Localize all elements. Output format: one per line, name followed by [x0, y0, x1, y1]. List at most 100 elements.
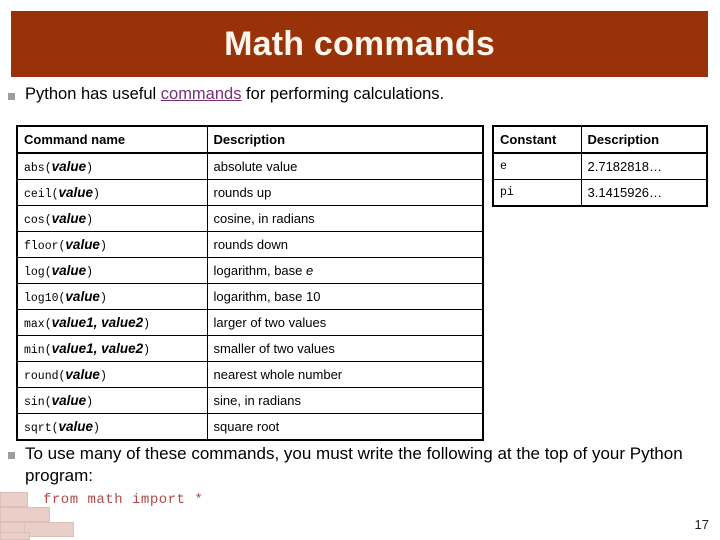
command-argument: value — [58, 184, 94, 200]
command-argument: value — [65, 236, 100, 252]
command-description-cell: smaller of two values — [206, 335, 484, 362]
command-close-paren: ) — [86, 161, 94, 175]
command-argument: value — [51, 392, 87, 408]
table-row: min(value1, value2) smaller of two values — [16, 335, 484, 362]
command-name-cell: log10(value) — [16, 283, 208, 310]
command-description-cell: square root — [206, 413, 484, 441]
closing-bullet-row: To use many of these commands, you must … — [8, 443, 708, 487]
command-description-cell: rounds up — [206, 179, 484, 206]
commands-table-body: abs(value) absolute value ceil(value) round… — [16, 152, 484, 441]
brick-shape — [0, 522, 50, 537]
table-row: abs(value) absolute value — [16, 152, 484, 180]
command-argument: value — [65, 288, 100, 304]
brick-shape — [24, 522, 74, 537]
table-row: ceil(value) rounds up — [16, 179, 484, 206]
command-argument: value1, value2 — [51, 314, 144, 330]
intro-text-after-link: for performing calculations. — [241, 85, 445, 103]
command-argument: value — [51, 262, 87, 278]
command-description-cell: nearest whole number — [206, 361, 484, 388]
command-argument: value — [51, 210, 87, 226]
math-commands-table: Command name Description abs(value) absol… — [16, 125, 484, 441]
command-close-paren: ) — [99, 239, 107, 253]
table-header-row: Constant Description — [492, 125, 708, 154]
command-function: floor( — [24, 239, 66, 253]
command-description-cell: cosine, in radians — [206, 205, 484, 232]
table-row: log(value) logarithm, base e — [16, 257, 484, 284]
command-name-cell: floor(value) — [16, 231, 208, 258]
command-close-paren: ) — [99, 369, 107, 383]
command-name-cell: cos(value) — [16, 205, 208, 232]
command-description-cell: absolute value — [206, 152, 484, 180]
command-function: round( — [24, 369, 66, 383]
intro-bullet-row: Python has useful commands for performin… — [8, 84, 698, 105]
command-close-paren: ) — [143, 317, 151, 331]
brick-shape — [0, 492, 28, 507]
table-row: max(value1, value2) larger of two values — [16, 309, 484, 336]
table-row: pi 3.1415926… — [492, 179, 708, 207]
command-name-cell: log(value) — [16, 257, 208, 284]
import-code-snippet: from math import * — [43, 492, 204, 508]
command-close-paren: ) — [93, 187, 100, 201]
brick-shape — [0, 507, 50, 522]
math-constant-e: e — [306, 263, 314, 278]
commands-table-head: Command name Description — [16, 125, 484, 154]
brick-shape — [0, 532, 30, 540]
intro-text-before-link: Python has useful — [25, 85, 161, 103]
command-argument: value — [65, 366, 100, 382]
command-function: log10( — [24, 291, 66, 305]
command-description-cell: rounds down — [206, 231, 484, 258]
constants-table-head: Constant Description — [492, 125, 708, 154]
command-name-cell: abs(value) — [16, 152, 208, 180]
command-function: min( — [24, 343, 52, 357]
command-description-cell: sine, in radians — [206, 387, 484, 414]
command-close-paren: ) — [93, 421, 100, 435]
command-close-paren: ) — [143, 343, 151, 357]
page-title: Math commands — [224, 25, 495, 63]
command-description-cell: logarithm, base 10 — [206, 283, 484, 310]
command-name-cell: round(value) — [16, 361, 208, 388]
table-row: log10(value) logarithm, base 10 — [16, 283, 484, 310]
table-row: sin(value) sine, in radians — [16, 387, 484, 414]
column-header-constant: Constant — [492, 125, 582, 154]
command-function: cos( — [24, 213, 52, 227]
command-function: max( — [24, 317, 52, 331]
closing-bullet-text: To use many of these commands, you must … — [25, 444, 683, 485]
command-name-cell: ceil(value) — [16, 179, 208, 206]
bullet-square-icon — [8, 93, 15, 100]
command-name-cell: sqrt(value) — [16, 413, 208, 441]
table-row: sqrt(value) square root — [16, 413, 484, 441]
slide-page-number: 17 — [694, 517, 709, 532]
table-row: round(value) nearest whole number — [16, 361, 484, 388]
constant-value-cell: 2.7182818… — [580, 152, 708, 180]
command-function: sin( — [24, 395, 52, 409]
constant-value-cell: 3.1415926… — [580, 179, 708, 207]
constant-name-cell: pi — [492, 179, 582, 207]
table-row: floor(value) rounds down — [16, 231, 484, 258]
command-name-cell: min(value1, value2) — [16, 335, 208, 362]
command-function: abs( — [24, 161, 52, 175]
command-description-cell: larger of two values — [206, 309, 484, 336]
bullet-square-icon — [8, 452, 15, 459]
constant-name-cell: e — [492, 152, 582, 180]
command-function: ceil( — [24, 187, 59, 201]
slide-title-banner: Math commands — [11, 11, 708, 77]
command-close-paren: ) — [86, 395, 94, 409]
constants-table-body: e 2.7182818… pi 3.1415926… — [492, 152, 708, 207]
command-argument: value1, value2 — [51, 340, 144, 356]
commands-link[interactable]: commands — [161, 85, 242, 103]
command-description-cell: logarithm, base e — [206, 257, 484, 284]
table-header-row: Command name Description — [16, 125, 484, 154]
column-header-constant-description: Description — [580, 125, 708, 154]
command-close-paren: ) — [99, 291, 107, 305]
command-argument: value — [58, 418, 94, 434]
command-name-cell: sin(value) — [16, 387, 208, 414]
table-row: cos(value) cosine, in radians — [16, 205, 484, 232]
command-name-cell: max(value1, value2) — [16, 309, 208, 336]
intro-bullet-text: Python has useful commands for performin… — [25, 84, 444, 105]
math-constants-table: Constant Description e 2.7182818… pi 3.1415… — [492, 125, 708, 207]
column-header-description: Description — [206, 125, 484, 154]
command-close-paren: ) — [86, 265, 94, 279]
table-row: e 2.7182818… — [492, 152, 708, 180]
column-header-command-name: Command name — [16, 125, 208, 154]
command-function: log( — [24, 265, 52, 279]
